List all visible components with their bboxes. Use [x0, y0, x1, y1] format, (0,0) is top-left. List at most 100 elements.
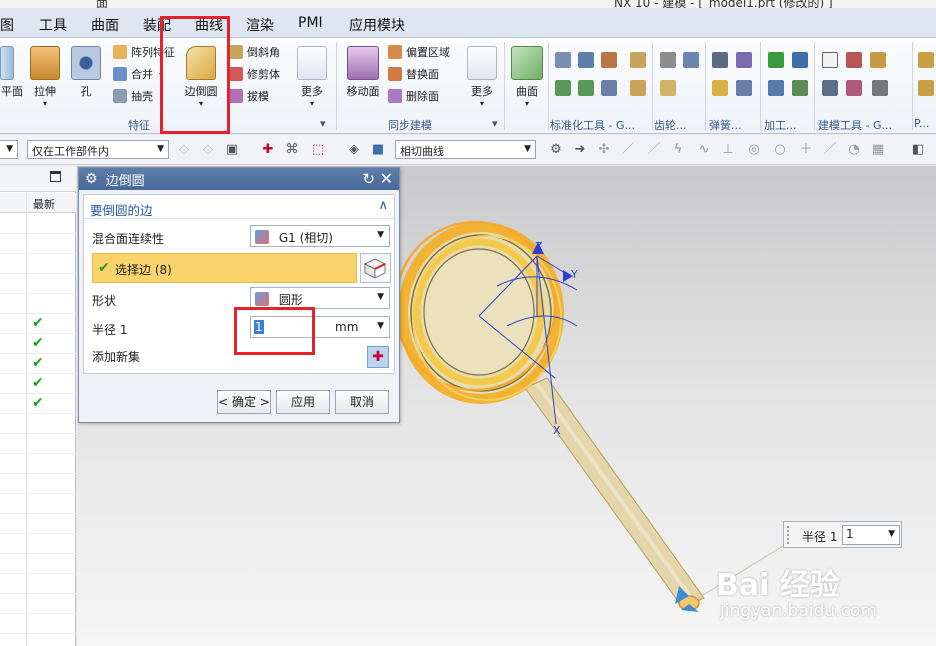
solid-select-icon[interactable]: ■: [370, 142, 386, 158]
table-row[interactable]: [0, 514, 76, 534]
machining-tool-icon[interactable]: [792, 80, 808, 96]
line-snap-icon[interactable]: ／: [620, 142, 636, 158]
select-edge-button[interactable]: [360, 253, 391, 283]
table-row[interactable]: [0, 534, 76, 554]
table-row[interactable]: ✔: [0, 354, 76, 374]
trim-body-button[interactable]: 修剪体: [229, 66, 280, 82]
unite-button[interactable]: 合并 ▾: [113, 66, 163, 82]
float-radius-input[interactable]: 1 ▼: [842, 525, 900, 545]
line-snap-icon[interactable]: ／: [646, 142, 662, 158]
rect-select-icon[interactable]: ⬚: [310, 142, 326, 158]
table-row[interactable]: [0, 474, 76, 494]
center-snap-icon[interactable]: ◎: [746, 142, 762, 158]
table-row[interactable]: [0, 414, 76, 434]
gear-tool-icon[interactable]: [660, 80, 676, 96]
chevron-down-icon[interactable]: ▼: [377, 321, 384, 331]
dialog-title-bar[interactable]: ⚙ 边倒圆 ↻ ✕: [79, 168, 399, 190]
menu-surface[interactable]: 曲面: [91, 15, 119, 35]
select-icon[interactable]: ▣: [224, 142, 240, 158]
add-new-set-button[interactable]: ✚: [367, 346, 389, 368]
ok-button[interactable]: < 确定 >: [217, 390, 271, 414]
std-tool-icon[interactable]: [555, 52, 571, 68]
table-row[interactable]: [0, 554, 76, 574]
build-tool-icon[interactable]: [846, 80, 862, 96]
arrow-icon[interactable]: ➜: [572, 142, 588, 158]
p-tool-icon[interactable]: [918, 80, 934, 96]
group-sync-expand-icon[interactable]: ▾: [492, 117, 498, 130]
grid-snap-icon[interactable]: ▦: [870, 142, 886, 158]
chevron-up-icon[interactable]: ∧: [378, 198, 388, 213]
table-row[interactable]: ✔: [0, 374, 76, 394]
offset-region-button[interactable]: 偏置区域: [388, 44, 450, 60]
body-select-icon[interactable]: ◈: [346, 142, 362, 158]
continuity-select[interactable]: G1 (相切) ▼: [250, 225, 390, 247]
std-tool-icon[interactable]: [578, 80, 594, 96]
curve-rule-select[interactable]: 相切曲线 ▼: [395, 140, 536, 159]
cancel-button[interactable]: 取消: [335, 390, 389, 414]
table-row[interactable]: [0, 214, 76, 234]
std-tool-icon[interactable]: [601, 52, 617, 68]
feature-select-icon[interactable]: ⌘: [284, 142, 300, 158]
chamfer-button[interactable]: 倒斜角: [229, 44, 280, 60]
p-tool-icon[interactable]: [918, 52, 934, 68]
build-tool-icon[interactable]: [822, 80, 838, 96]
more-sync-button[interactable]: 更多 ▾: [464, 46, 500, 108]
hole-button[interactable]: 孔: [70, 46, 102, 99]
spline-snap-icon[interactable]: ∿: [696, 142, 712, 158]
std-tool-icon[interactable]: [630, 52, 646, 68]
table-row[interactable]: [0, 294, 76, 314]
table-row[interactable]: ✔: [0, 334, 76, 354]
build-tool-icon[interactable]: [870, 52, 886, 68]
menu-tools[interactable]: 工具: [39, 15, 67, 35]
table-row[interactable]: [0, 274, 76, 294]
circle-snap-icon[interactable]: ○: [772, 142, 788, 158]
reset-icon[interactable]: ↻: [362, 170, 375, 188]
menu-pmi[interactable]: PMI: [298, 15, 323, 31]
gear-tool-icon[interactable]: [660, 52, 676, 68]
extrude-button[interactable]: 拉伸 ▾: [28, 46, 62, 108]
snap-grid-icon[interactable]: ✣: [596, 142, 612, 158]
section-edges-header[interactable]: 要倒圆的边 ∧: [84, 195, 394, 219]
type-filter-select[interactable]: ▼: [0, 140, 18, 159]
table-row[interactable]: [0, 614, 76, 634]
gear-icon[interactable]: ⚙: [85, 171, 98, 187]
gear-tool-icon[interactable]: [683, 52, 699, 68]
plane-button[interactable]: 平面: [0, 46, 24, 99]
point-select-icon[interactable]: ✚: [260, 142, 276, 158]
snap-tool-icon[interactable]: ⚙: [548, 142, 564, 158]
menu-applications[interactable]: 应用模块: [349, 15, 405, 35]
table-row[interactable]: [0, 494, 76, 514]
build-tool-icon[interactable]: [822, 52, 838, 68]
shell-button[interactable]: 抽壳: [113, 88, 153, 104]
view-icon[interactable]: ◧: [910, 142, 926, 158]
spring-tool-icon[interactable]: [712, 80, 728, 96]
build-tool-icon[interactable]: [872, 80, 888, 96]
draft-button[interactable]: 拔模: [229, 88, 269, 104]
group-feature-expand-icon[interactable]: ▾: [320, 117, 326, 130]
build-tool-icon[interactable]: [846, 52, 862, 68]
std-tool-icon[interactable]: [630, 80, 646, 96]
spring-tool-icon[interactable]: [712, 52, 728, 68]
select-edge-row[interactable]: ✔ 选择边 (8): [92, 253, 357, 283]
radius-unit[interactable]: mm: [335, 320, 358, 334]
std-tool-icon[interactable]: [578, 52, 594, 68]
drag-handle-icon[interactable]: [787, 526, 791, 544]
spring-tool-icon[interactable]: [736, 52, 752, 68]
plus-snap-icon[interactable]: ＋: [798, 142, 814, 158]
snap-icon[interactable]: ◇: [176, 142, 192, 158]
intersect-snap-icon[interactable]: ⊥: [720, 142, 736, 158]
chevron-down-icon[interactable]: ▼: [888, 529, 895, 539]
std-tool-icon[interactable]: [555, 80, 571, 96]
spring-tool-icon[interactable]: [736, 80, 752, 96]
table-row[interactable]: [0, 454, 76, 474]
table-row[interactable]: ✔: [0, 394, 76, 414]
pie-snap-icon[interactable]: ◔: [846, 142, 862, 158]
move-face-button[interactable]: 移动面: [342, 46, 384, 99]
replace-face-button[interactable]: 替换面: [388, 66, 439, 82]
curve-snap-icon[interactable]: ϟ: [670, 142, 686, 158]
radius-float-widget[interactable]: 半径 1 1 ▼: [783, 521, 902, 548]
delete-face-button[interactable]: 删除面: [388, 88, 439, 104]
scope-filter-select[interactable]: 仅在工作部件内 ▼: [27, 140, 169, 159]
machining-tool-icon[interactable]: [768, 52, 784, 68]
machining-tool-icon[interactable]: [792, 52, 808, 68]
